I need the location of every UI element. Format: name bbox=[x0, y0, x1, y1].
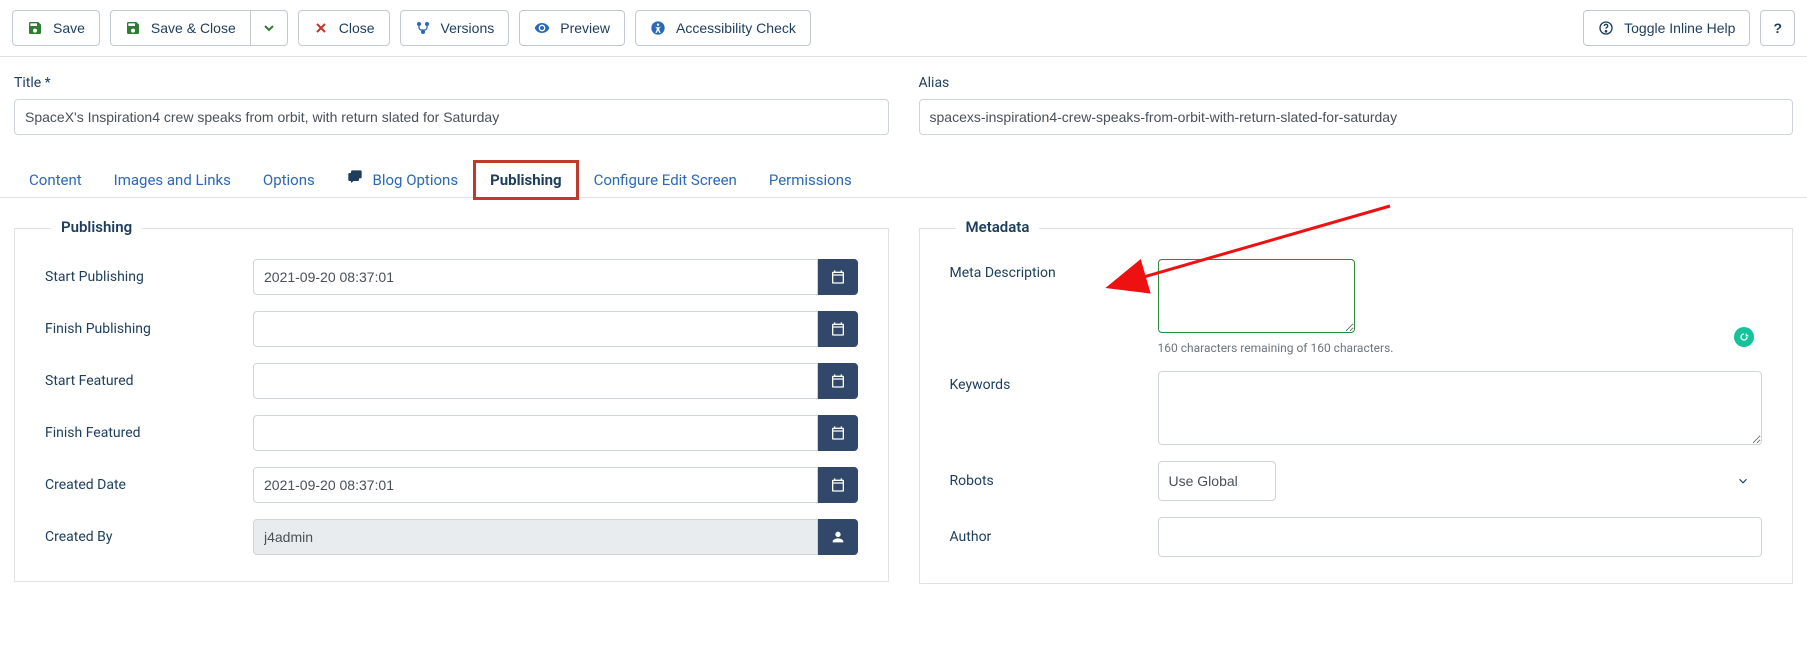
meta-description-hint: 160 characters remaining of 160 characte… bbox=[1158, 341, 1763, 355]
publishing-legend: Publishing bbox=[51, 218, 142, 236]
tab-content[interactable]: Content bbox=[14, 162, 97, 198]
calendar-icon bbox=[830, 425, 846, 441]
finish-publishing-calendar-button[interactable] bbox=[818, 311, 857, 347]
calendar-icon bbox=[830, 477, 846, 493]
toggle-inline-help-button[interactable]: Toggle Inline Help bbox=[1583, 10, 1750, 46]
calendar-icon bbox=[830, 321, 846, 337]
finish-publishing-input[interactable] bbox=[253, 311, 818, 347]
close-icon bbox=[313, 20, 329, 36]
preview-button[interactable]: Preview bbox=[519, 10, 625, 46]
help-button[interactable]: ? bbox=[1760, 10, 1795, 46]
accessibility-check-button[interactable]: Accessibility Check bbox=[635, 10, 811, 46]
versions-button[interactable]: Versions bbox=[400, 10, 510, 46]
created-by-user-button[interactable] bbox=[818, 519, 857, 555]
created-by-input[interactable] bbox=[253, 519, 818, 555]
chevron-down-icon bbox=[1736, 474, 1750, 488]
panels: Publishing Start Publishing Finish Publi… bbox=[0, 198, 1807, 594]
title-input[interactable] bbox=[14, 99, 889, 135]
created-by-label: Created By bbox=[45, 529, 243, 545]
robots-label: Robots bbox=[950, 473, 1148, 489]
alias-input[interactable] bbox=[919, 99, 1794, 135]
alias-label: Alias bbox=[919, 75, 1794, 91]
save-icon bbox=[27, 20, 43, 36]
save-icon bbox=[125, 20, 141, 36]
start-publishing-label: Start Publishing bbox=[45, 269, 243, 285]
accessibility-icon bbox=[650, 20, 666, 36]
save-close-group: Save & Close bbox=[110, 10, 288, 46]
close-label: Close bbox=[339, 20, 375, 36]
author-input[interactable] bbox=[1158, 517, 1763, 557]
finish-featured-input[interactable] bbox=[253, 415, 818, 451]
start-featured-label: Start Featured bbox=[45, 373, 243, 389]
meta-description-input[interactable] bbox=[1158, 259, 1355, 333]
created-date-input[interactable] bbox=[253, 467, 818, 503]
finish-publishing-label: Finish Publishing bbox=[45, 321, 243, 337]
grammarly-icon bbox=[1734, 327, 1754, 347]
calendar-icon bbox=[830, 269, 846, 285]
tab-publishing[interactable]: Publishing bbox=[475, 162, 577, 198]
author-label: Author bbox=[950, 529, 1148, 545]
question-circle-icon bbox=[1598, 20, 1614, 36]
calendar-icon bbox=[830, 373, 846, 389]
close-button[interactable]: Close bbox=[298, 10, 390, 46]
created-date-calendar-button[interactable] bbox=[818, 467, 857, 503]
tab-images-links[interactable]: Images and Links bbox=[99, 162, 246, 198]
save-label: Save bbox=[53, 20, 85, 36]
toggle-help-label: Toggle Inline Help bbox=[1624, 20, 1735, 36]
finish-featured-label: Finish Featured bbox=[45, 425, 243, 441]
start-featured-input[interactable] bbox=[253, 363, 818, 399]
finish-featured-calendar-button[interactable] bbox=[818, 415, 857, 451]
start-publishing-calendar-button[interactable] bbox=[818, 259, 857, 295]
created-date-label: Created Date bbox=[45, 477, 243, 493]
publishing-fieldset: Publishing Start Publishing Finish Publi… bbox=[14, 228, 889, 582]
tab-blog-options[interactable]: Blog Options bbox=[332, 160, 473, 198]
eye-icon bbox=[534, 20, 550, 36]
title-alias-row: Title * Alias bbox=[0, 57, 1807, 145]
tab-permissions[interactable]: Permissions bbox=[754, 162, 867, 198]
start-publishing-input[interactable] bbox=[253, 259, 818, 295]
tabs-bar: Content Images and Links Options Blog Op… bbox=[0, 145, 1807, 198]
user-icon bbox=[830, 529, 846, 545]
accessibility-label: Accessibility Check bbox=[676, 20, 796, 36]
save-close-button[interactable]: Save & Close bbox=[110, 10, 250, 46]
toolbar: Save Save & Close Close Versions Preview… bbox=[0, 0, 1807, 57]
meta-description-label: Meta Description bbox=[950, 259, 1148, 281]
comments-icon bbox=[347, 169, 363, 185]
versions-label: Versions bbox=[441, 20, 495, 36]
tab-options[interactable]: Options bbox=[248, 162, 330, 198]
metadata-legend: Metadata bbox=[956, 218, 1040, 236]
save-close-dropdown[interactable] bbox=[250, 10, 288, 46]
save-close-label: Save & Close bbox=[151, 20, 236, 36]
chevron-down-icon bbox=[261, 20, 277, 36]
preview-label: Preview bbox=[560, 20, 610, 36]
keywords-input[interactable] bbox=[1158, 371, 1763, 445]
start-featured-calendar-button[interactable] bbox=[818, 363, 857, 399]
robots-select[interactable]: Use Global bbox=[1158, 461, 1276, 501]
metadata-fieldset: Metadata Meta Description 160 characters… bbox=[919, 228, 1794, 584]
keywords-label: Keywords bbox=[950, 371, 1148, 393]
title-label: Title * bbox=[14, 75, 889, 91]
save-button[interactable]: Save bbox=[12, 10, 100, 46]
branch-icon bbox=[415, 20, 431, 36]
help-label: ? bbox=[1773, 20, 1782, 36]
tab-configure-edit-screen[interactable]: Configure Edit Screen bbox=[579, 162, 752, 198]
